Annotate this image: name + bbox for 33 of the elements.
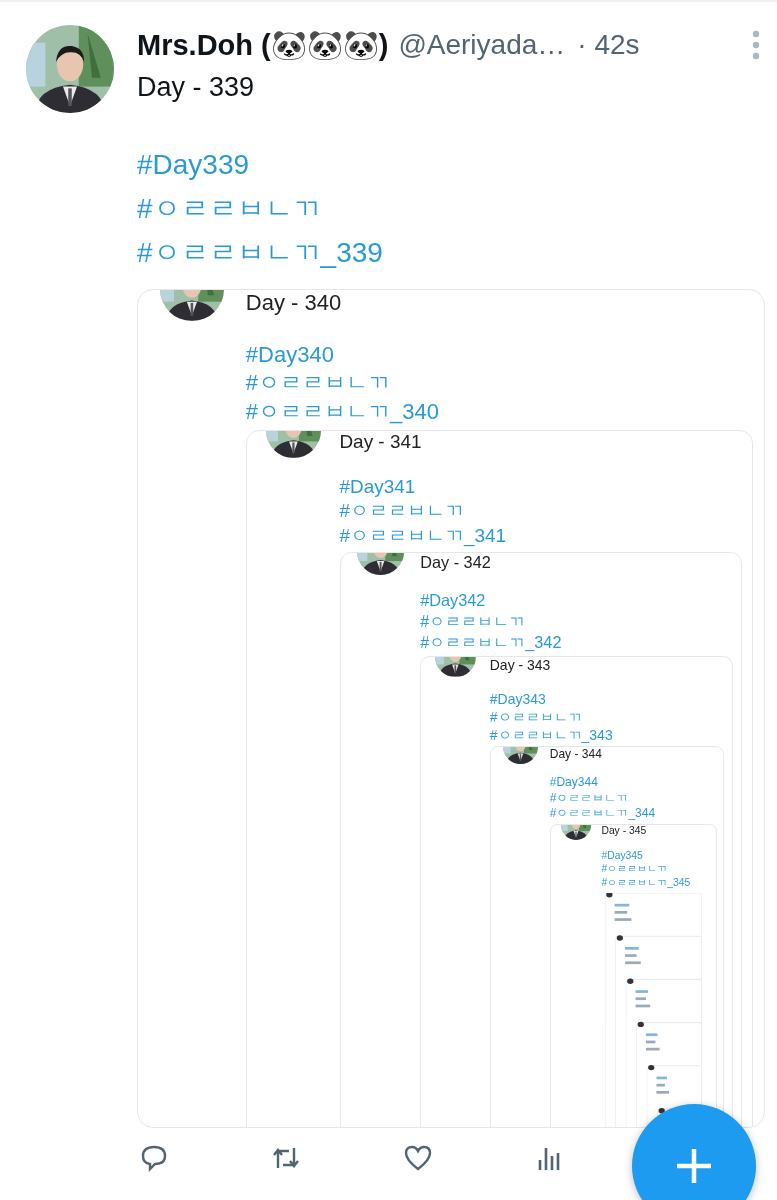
hashtag-link[interactable]: #ㅇㄹㄹㅂㄴㄲ_345: [601, 875, 717, 890]
hashtag-link[interactable]: #ㅇㄹㄹㅂㄴㄲ: [137, 187, 765, 231]
author-name: Mrs.Doh (🐼🐼🐼): [137, 28, 389, 62]
hashtag-link[interactable]: #ㅇㄹㄹㅂㄴㄲ: [245, 369, 764, 398]
hashtag-link[interactable]: #Day341: [339, 474, 752, 500]
hashtag-link[interactable]: #ㅇㄹㄹㅂㄴㄲ_341: [339, 523, 752, 549]
hashtag-link[interactable]: #Day340: [245, 340, 764, 370]
quoted-text: Day - 345: [601, 825, 647, 838]
hashtag-link[interactable]: #ㅇㄹㄹㅂㄴㄲ: [489, 707, 732, 726]
quoted-text: Day - 342: [420, 552, 491, 573]
plus-icon: [674, 1146, 714, 1186]
hashtag-link[interactable]: #ㅇㄹㄹㅂㄴㄲ_340: [245, 397, 764, 427]
hashtag-link[interactable]: #ㅇㄹㄹㅂㄴㄲ_344: [549, 806, 724, 823]
hashtag-link[interactable]: #ㅇㄹㄹㅂㄴㄲ: [601, 862, 717, 876]
quoted-text: Day - 340: [245, 290, 342, 317]
hashtag-link[interactable]: #ㅇㄹㄹㅂㄴㄲ_343: [489, 725, 732, 745]
hashtag-link[interactable]: #ㅇㄹㄹㅂㄴㄲ_339: [137, 231, 765, 275]
quoted-text: Day - 344: [549, 747, 602, 762]
hashtag-link[interactable]: #ㅇㄹㄹㅂㄴㄲ: [339, 499, 752, 524]
hashtag-link[interactable]: #ㅇㄹㄹㅂㄴㄲ_342: [420, 632, 741, 654]
quoted-text: Day - 343: [489, 657, 551, 675]
hashtag-link[interactable]: #Day345: [601, 848, 717, 863]
quoted-text: Day - 341: [339, 431, 422, 454]
hashtag-link[interactable]: #Day342: [420, 590, 741, 612]
hashtag-link[interactable]: #Day339: [137, 143, 765, 187]
hashtag-link[interactable]: #Day343: [489, 689, 732, 708]
author-handle: @Aeriyada…: [398, 29, 566, 61]
post-time: · 42s: [577, 29, 640, 61]
hashtag-link[interactable]: #ㅇㄹㄹㅂㄴㄲ: [420, 611, 741, 633]
post-text: Day - 339: [137, 71, 256, 104]
hashtag-link[interactable]: #ㅇㄹㄹㅂㄴㄲ: [549, 790, 724, 807]
compose-button[interactable]: [632, 1104, 756, 1200]
hashtag-link[interactable]: #Day344: [549, 775, 724, 791]
